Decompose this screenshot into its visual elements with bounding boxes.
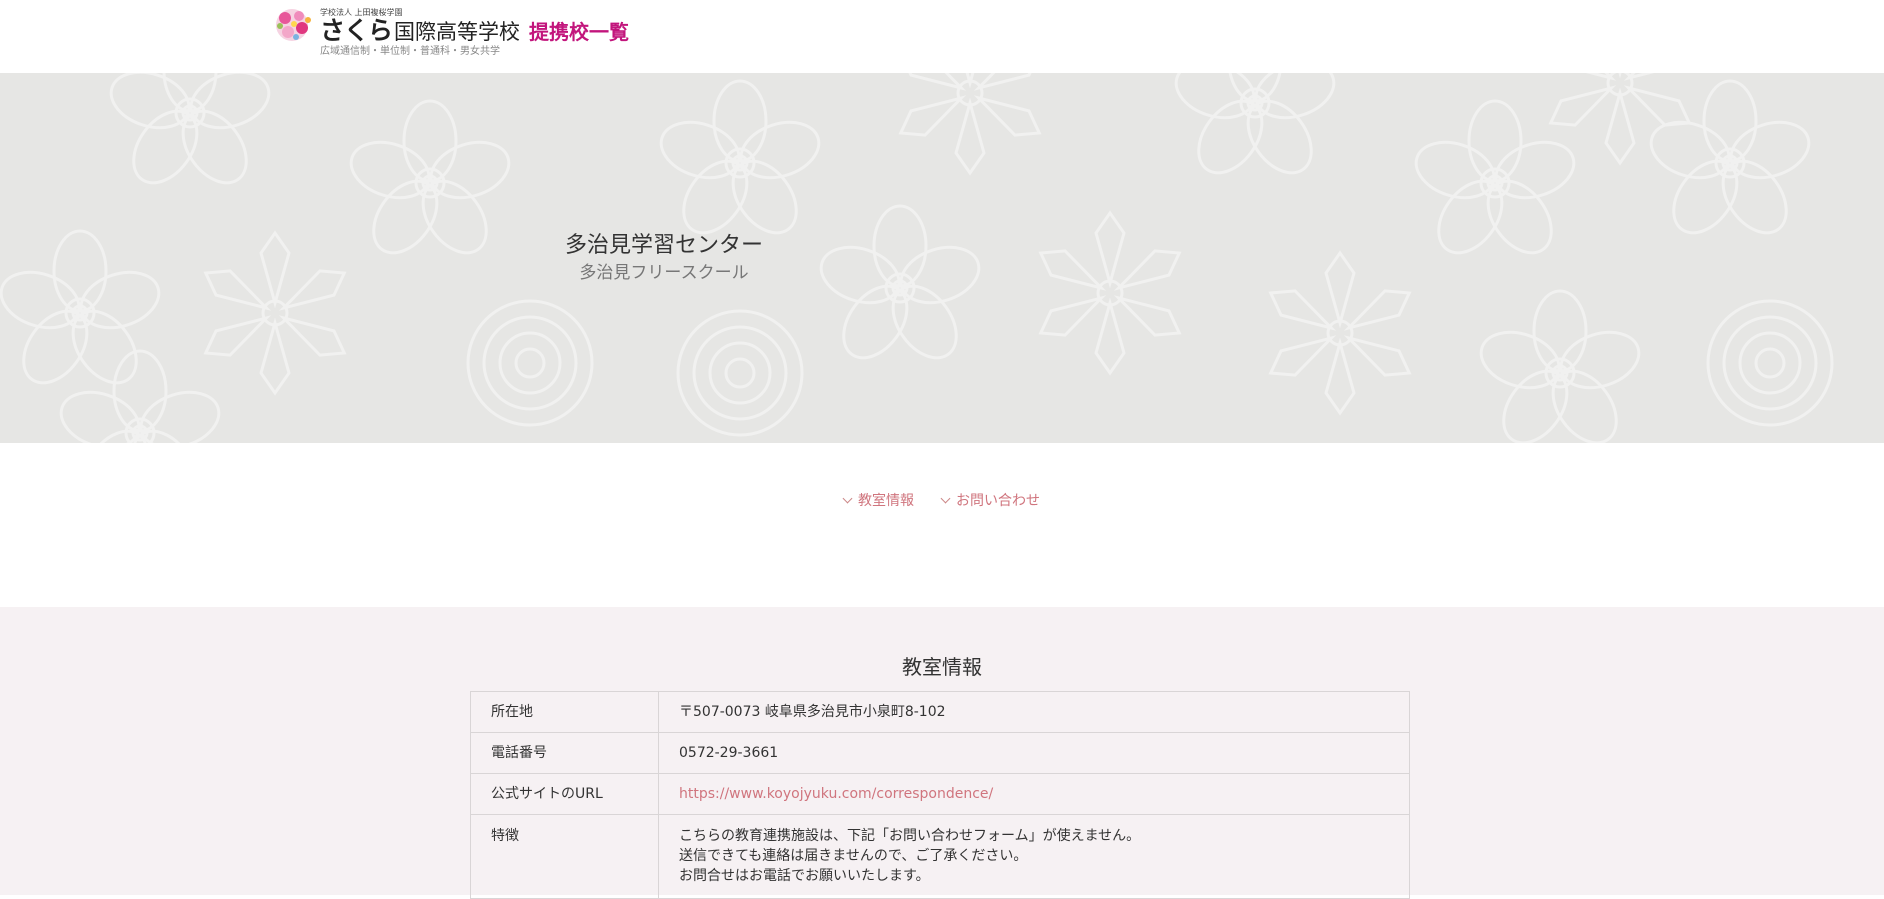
logo-sakura-text: さくら (320, 16, 393, 45)
anchor-link-classroom-info[interactable]: 教室情報 (842, 490, 914, 510)
feature-line: 送信できても連絡は届きませんので、ご了承ください。 (679, 848, 1028, 864)
site-header: 学校法人 上田複桜学園 さくら 国際高等学校 提携校一覧 広域通信制・単位制・普… (0, 0, 1884, 73)
row-label: 所在地 (470, 691, 659, 733)
school-logo[interactable]: 学校法人 上田複桜学園 さくら 国際高等学校 提携校一覧 広域通信制・単位制・普… (274, 6, 629, 58)
feature-line: こちらの教育連携施設は、下記「お問い合わせフォーム」が使えません。 (679, 828, 1141, 844)
row-value-url: https://www.koyojyuku.com/correspondence… (658, 773, 1410, 815)
anchor-link-label: お問い合わせ (956, 493, 1040, 509)
hero-banner: 多治見学習センター 多治見フリースクール (0, 73, 1884, 443)
info-table: 所在地 〒507-0073 岐阜県多治見市小泉町8-102 電話番号 0572-… (470, 691, 1410, 899)
logo-subtitle: 広域通信制・単位制・普通科・男女共学 (320, 46, 500, 57)
table-row: 所在地 〒507-0073 岐阜県多治見市小泉町8-102 (470, 691, 1410, 733)
partner-list-label[interactable]: 提携校一覧 (529, 19, 629, 45)
row-value-address: 〒507-0073 岐阜県多治見市小泉町8-102 (658, 691, 1410, 733)
section-title: 教室情報 (902, 655, 982, 679)
center-subtitle: 多治見フリースクール (579, 263, 749, 283)
row-value-features: こちらの教育連携施設は、下記「お問い合わせフォーム」が使えません。 送信できても… (658, 814, 1410, 899)
table-row: 特徴 こちらの教育連携施設は、下記「お問い合わせフォーム」が使えません。 送信で… (470, 814, 1410, 899)
sakura-logo-icon (274, 6, 318, 44)
row-label: 特徴 (470, 814, 659, 899)
anchor-link-contact[interactable]: お問い合わせ (940, 490, 1040, 510)
chevron-down-icon (842, 493, 853, 503)
logo-school-text: 国際高等学校 (394, 20, 521, 44)
table-row: 電話番号 0572-29-3661 (470, 732, 1410, 774)
center-title: 多治見学習センター (564, 233, 763, 258)
row-label: 公式サイトのURL (470, 773, 659, 815)
row-label: 電話番号 (470, 732, 659, 774)
feature-line: お問合せはお電話でお願いいたします。 (679, 868, 930, 884)
table-row: 公式サイトのURL https://www.koyojyuku.com/corr… (470, 773, 1410, 815)
row-value-phone: 0572-29-3661 (658, 732, 1410, 774)
anchor-link-label: 教室情報 (858, 493, 914, 509)
anchor-navigation: 教室情報 お問い合わせ (0, 490, 1884, 510)
official-site-link[interactable]: https://www.koyojyuku.com/correspondence… (679, 786, 993, 802)
chevron-down-icon (940, 493, 951, 503)
classroom-info-section: 教室情報 所在地 〒507-0073 岐阜県多治見市小泉町8-102 電話番号 … (0, 607, 1884, 899)
